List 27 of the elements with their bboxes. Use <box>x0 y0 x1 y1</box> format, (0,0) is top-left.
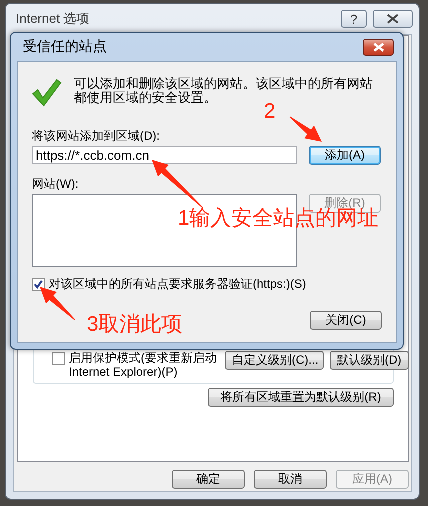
add-button[interactable]: 添加(A) <box>309 146 381 165</box>
dialog-button[interactable]: 取消 <box>254 470 327 489</box>
close-icon <box>387 14 399 24</box>
close-button[interactable] <box>373 10 413 28</box>
checkbox[interactable] <box>52 352 65 365</box>
checkbox-label: 启用保护模式(要求重新启动 Internet Explorer)(P) <box>69 351 218 379</box>
field-label: 网站(W): <box>32 177 79 191</box>
url-field[interactable]: https://*.ccb.com.cn <box>32 146 297 164</box>
field-label: 将该网站添加到区域(D): <box>32 129 160 143</box>
checkmark-icon <box>32 79 62 107</box>
close-button[interactable] <box>363 38 394 56</box>
annotation-text: 3取消此项 <box>87 313 183 337</box>
help-button[interactable]: ? <box>341 10 367 28</box>
dialog-title: 受信任的站点 <box>23 38 108 56</box>
site-list[interactable] <box>32 194 297 267</box>
level-button[interactable]: 自定义级别(C)... <box>225 351 324 370</box>
window-title: Internet 选项 <box>16 10 91 28</box>
arrow <box>152 160 204 208</box>
arrow <box>290 116 322 142</box>
annotation-text: 2 <box>264 100 276 124</box>
level-button[interactable]: 默认级别(D) <box>330 351 409 370</box>
reset-button[interactable]: 将所有区域重置为默认级别(R) <box>208 388 394 407</box>
close-icon <box>372 42 384 52</box>
close-dialog-button[interactable]: 关闭(C) <box>310 311 382 330</box>
checkbox-label: 对该区域中的所有站点要求服务器验证(https:)(S) <box>49 277 306 291</box>
checkbox[interactable] <box>32 278 45 291</box>
dialog-button[interactable]: 确定 <box>172 470 245 489</box>
